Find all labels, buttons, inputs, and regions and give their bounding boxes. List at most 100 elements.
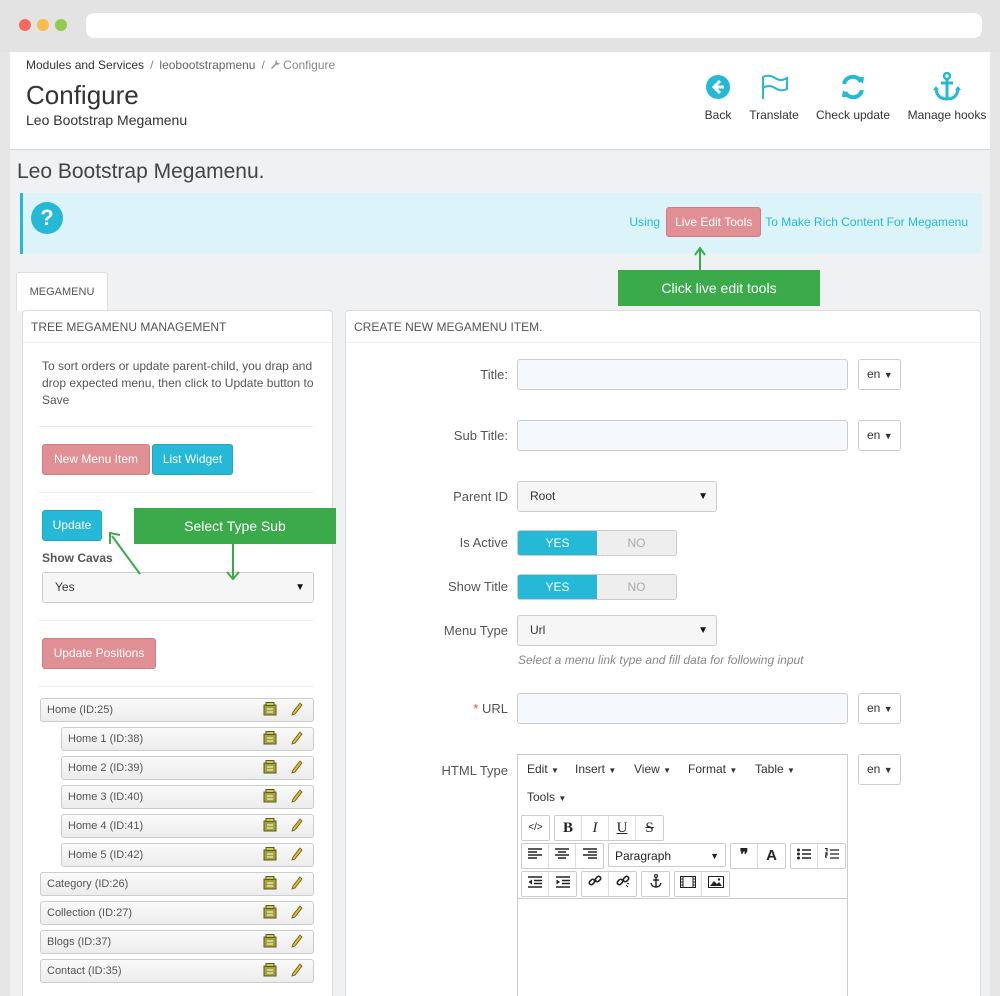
is-active-no[interactable]: NO: [597, 531, 676, 555]
pencil-icon[interactable]: [291, 876, 303, 890]
title-lang-select[interactable]: en ▼: [858, 359, 901, 390]
bold-icon[interactable]: B: [555, 816, 582, 840]
title-input[interactable]: [517, 359, 848, 390]
caret-down-icon: ▼: [883, 765, 893, 775]
tree-help-text: To sort orders or update parent-child, y…: [42, 359, 314, 407]
tree-item[interactable]: Contact (ID:35): [40, 959, 314, 983]
tree-item[interactable]: Home 3 (ID:40): [61, 785, 314, 809]
paragraph-format-select[interactable]: Paragraph ▼: [608, 843, 726, 867]
tab-megamenu[interactable]: MEGAMENU: [16, 272, 108, 311]
is-active-toggle[interactable]: YES NO: [517, 530, 677, 556]
tree-item[interactable]: Blogs (ID:37): [40, 930, 314, 954]
editor-menu-insert[interactable]: Insert ▼: [575, 762, 616, 776]
underline-icon[interactable]: U: [609, 816, 636, 840]
unlink-icon[interactable]: [609, 872, 636, 896]
align-right-icon[interactable]: [576, 844, 603, 868]
anchor-icon: [933, 72, 961, 101]
pencil-icon[interactable]: [291, 934, 303, 948]
widget-box-icon[interactable]: [263, 760, 277, 774]
widget-box-icon[interactable]: [263, 702, 277, 716]
annotation-arrow-left-icon: [109, 531, 141, 575]
menu-label: Table: [755, 762, 784, 776]
breadcrumb-module[interactable]: leobootstrapmenu: [159, 58, 255, 72]
menu-type-hint: Select a menu link type and fill data fo…: [518, 653, 804, 667]
tree-item[interactable]: Home (ID:25): [40, 698, 314, 722]
outdent-icon[interactable]: [522, 872, 549, 896]
url-lang-select[interactable]: en ▼: [858, 693, 901, 724]
subtitle-input[interactable]: [517, 420, 848, 451]
pencil-icon[interactable]: [291, 963, 303, 977]
breadcrumb-current-label: Configure: [283, 58, 336, 72]
tree-item[interactable]: Category (ID:26): [40, 872, 314, 896]
tree-item[interactable]: Home 2 (ID:39): [61, 756, 314, 780]
back-button[interactable]: Back: [698, 72, 738, 122]
parent-id-select[interactable]: Root ▼: [517, 481, 717, 512]
pencil-icon[interactable]: [291, 818, 303, 832]
widget-box-icon[interactable]: [263, 876, 277, 890]
address-bar[interactable]: [86, 13, 982, 38]
widget-box-icon[interactable]: [263, 963, 277, 977]
menu-type-select[interactable]: Url ▼: [517, 615, 717, 646]
update-button[interactable]: Update: [42, 510, 102, 541]
breadcrumb-modules[interactable]: Modules and Services: [26, 58, 144, 72]
pencil-icon[interactable]: [291, 789, 303, 803]
is-active-yes[interactable]: YES: [518, 531, 597, 555]
image-icon[interactable]: [702, 872, 729, 896]
editor-menu-edit[interactable]: Edit ▼: [527, 762, 559, 776]
bullet-list-icon[interactable]: [791, 844, 818, 868]
editor-menu-format[interactable]: Format ▼: [688, 762, 737, 776]
align-left-icon[interactable]: [522, 844, 549, 868]
tree-item[interactable]: Home 4 (ID:41): [61, 814, 314, 838]
tree-item[interactable]: Home 1 (ID:38): [61, 727, 314, 751]
close-window-dot[interactable]: [19, 19, 31, 31]
indent-icon[interactable]: [549, 872, 576, 896]
link-icon[interactable]: [582, 872, 609, 896]
widget-box-icon[interactable]: [263, 905, 277, 919]
widget-box-icon[interactable]: [263, 934, 277, 948]
pencil-icon[interactable]: [291, 760, 303, 774]
new-menu-item-button[interactable]: New Menu Item: [42, 444, 150, 475]
widget-box-icon[interactable]: [263, 847, 277, 861]
pencil-icon[interactable]: [291, 702, 303, 716]
pencil-icon[interactable]: [291, 847, 303, 861]
show-title-toggle[interactable]: YES NO: [517, 574, 677, 600]
widget-box-icon[interactable]: [263, 818, 277, 832]
subtitle-lang-select[interactable]: en ▼: [858, 420, 901, 451]
numbered-list-icon[interactable]: [818, 844, 845, 868]
video-icon[interactable]: [675, 872, 702, 896]
translate-button[interactable]: Translate: [744, 72, 804, 122]
list-widget-button[interactable]: List Widget: [152, 444, 233, 475]
live-edit-tools-button[interactable]: Live Edit Tools: [666, 207, 762, 237]
align-center-icon[interactable]: [549, 844, 576, 868]
pencil-icon[interactable]: [291, 731, 303, 745]
minimize-window-dot[interactable]: [37, 19, 49, 31]
annotation-live-edit: Click live edit tools: [618, 270, 820, 306]
page-subtitle: Leo Bootstrap Megamenu: [26, 112, 188, 128]
check-update-button[interactable]: Check update: [813, 72, 893, 122]
editor-menu-table[interactable]: Table ▼: [755, 762, 795, 776]
module-title: Leo Bootstrap Megamenu.: [17, 160, 265, 183]
widget-box-icon[interactable]: [263, 731, 277, 745]
manage-hooks-button[interactable]: Manage hooks: [904, 72, 990, 122]
tree-item-actions: [263, 905, 303, 919]
html-lang-select[interactable]: en ▼: [858, 754, 901, 785]
maximize-window-dot[interactable]: [55, 19, 67, 31]
widget-box-icon[interactable]: [263, 789, 277, 803]
show-title-no[interactable]: NO: [597, 575, 676, 599]
source-code-icon[interactable]: </>: [522, 816, 549, 840]
show-cavas-select[interactable]: Yes ▼: [42, 572, 314, 603]
pencil-icon[interactable]: [291, 905, 303, 919]
update-positions-button[interactable]: Update Positions: [42, 638, 156, 669]
text-color-icon[interactable]: A: [758, 844, 785, 868]
tree-item[interactable]: Collection (ID:27): [40, 901, 314, 925]
editor-menu-tools[interactable]: Tools ▼: [527, 790, 566, 804]
anchor-icon[interactable]: [642, 872, 669, 896]
editor-menu-view[interactable]: View ▼: [634, 762, 671, 776]
italic-icon[interactable]: I: [582, 816, 609, 840]
blockquote-icon[interactable]: ❞: [731, 844, 758, 868]
editor-content-area[interactable]: [518, 898, 847, 996]
tree-item[interactable]: Home 5 (ID:42): [61, 843, 314, 867]
show-title-yes[interactable]: YES: [518, 575, 597, 599]
strikethrough-icon[interactable]: S: [636, 816, 663, 840]
url-input[interactable]: [517, 693, 848, 724]
